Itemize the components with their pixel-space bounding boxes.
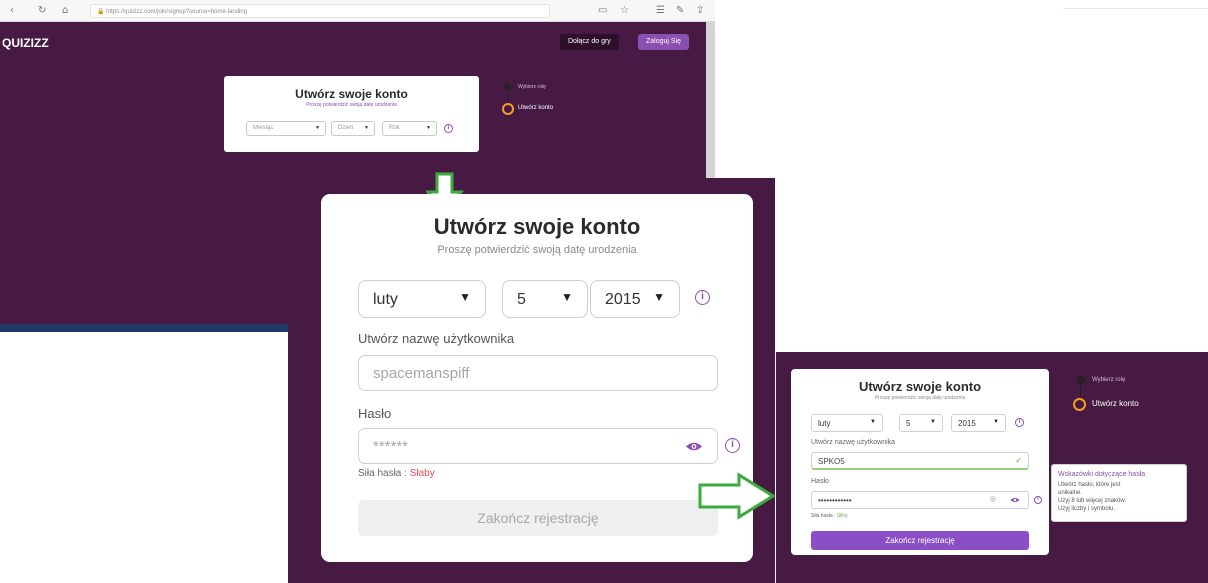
tooltip-line: unikalne.	[1058, 490, 1083, 496]
finish-registration-button[interactable]: Zakończ rejestrację	[811, 531, 1029, 550]
step-connector	[1080, 384, 1081, 398]
year-select[interactable]: 2015 ▼	[951, 414, 1006, 432]
signup-subtitle: Proszę potwierdzić swoją datę urodzenia	[437, 244, 637, 256]
step-current-ring	[1073, 398, 1086, 411]
password-label: Hasło	[811, 478, 829, 485]
step-connector	[507, 90, 508, 104]
share-icon[interactable]: ⇪	[696, 5, 704, 16]
step-current-label: Utwórz konto	[1092, 399, 1139, 408]
info-icon[interactable]: i	[1015, 418, 1024, 427]
username-label: Utwórz nazwę użytkownika	[358, 331, 515, 346]
caret-down-icon: ▼	[459, 290, 471, 304]
finish-registration-button[interactable]: Zakończ rejestrację	[358, 500, 718, 536]
step-current-ring	[502, 103, 514, 115]
password-input[interactable]: ******	[358, 428, 718, 464]
step-completed-dot	[504, 83, 511, 90]
password-label: Hasło	[358, 406, 392, 421]
divider	[1063, 8, 1208, 9]
os-taskbar	[0, 324, 290, 332]
show-password-eye-icon[interactable]	[1010, 497, 1020, 503]
browser-toolbar: ‹ ↻ ⌂ 🔒 https://quizizz.com/join/signup?…	[0, 0, 715, 22]
caret-down-icon: ▼	[993, 419, 999, 425]
pen-icon[interactable]: ✎	[676, 5, 684, 16]
tooltip-line: Użyj liczby i symbolu.	[1058, 506, 1116, 512]
signup-subtitle: Proszę potwierdzić swoją datę urodzenia	[306, 102, 397, 108]
password-placeholder: ******	[373, 438, 409, 455]
month-value: luty	[373, 291, 398, 308]
right-arrow-icon	[698, 472, 776, 520]
password-strength: Siła hasła : Słaby	[358, 468, 435, 479]
tooltip-line: Utwórz hasło, które jest	[1058, 482, 1121, 488]
username-input[interactable]: SPKO5 ✓	[811, 452, 1029, 470]
caret-down-icon: ▼	[870, 419, 876, 425]
username-label: Utwórz nazwę użytkownika	[811, 439, 896, 446]
caret-down-icon: ▼	[930, 419, 936, 425]
join-game-button[interactable]: Dołącz do gry	[560, 34, 619, 50]
strength-label: Siła hasła :	[811, 513, 836, 519]
step-completed-label: Wybierz rolę	[518, 84, 546, 90]
month-select[interactable]: luty ▼	[358, 280, 486, 318]
show-password-eye-icon[interactable]	[685, 441, 703, 452]
reading-view-icon[interactable]: ▭	[598, 5, 607, 16]
caret-down-icon: ▼	[426, 125, 431, 131]
caret-down-icon: ▼	[315, 125, 320, 131]
caret-down-icon: ▼	[561, 290, 573, 304]
year-select[interactable]: Rok ▼	[382, 121, 437, 136]
refresh-icon[interactable]: ↻	[38, 5, 46, 16]
day-select[interactable]: Dzień ▼	[331, 121, 375, 136]
username-placeholder: spacemanspiff	[373, 365, 470, 382]
signup-subtitle: Proszę potwierdzić swoją datę urodzenia	[874, 395, 966, 401]
username-value: SPKO5	[818, 457, 845, 466]
signup-title: Utwórz swoje konto	[295, 87, 408, 101]
favorites-bar-icon[interactable]: ☰	[656, 5, 665, 16]
year-value: 2015	[605, 291, 641, 308]
year-value: 2015	[958, 419, 976, 428]
month-value: luty	[818, 419, 831, 428]
signup-card-small: Utwórz swoje konto Proszę potwierdzić sw…	[224, 76, 479, 152]
caret-down-icon: ▼	[364, 125, 369, 131]
info-icon[interactable]: i	[444, 124, 453, 133]
strength-value: Silny	[836, 513, 848, 519]
signup-title: Utwórz swoje konto	[433, 214, 641, 239]
day-placeholder: Dzień	[338, 125, 354, 131]
password-input[interactable]: •••••••••••• ◎	[811, 491, 1029, 509]
strength-value: Słaby	[409, 468, 435, 479]
check-icon: ✓	[1015, 456, 1022, 465]
hide-password-icon[interactable]: ◎	[990, 495, 996, 503]
year-placeholder: Rok	[389, 125, 400, 131]
signup-card-filled: Utwórz swoje konto Proszę potwierdzić sw…	[791, 369, 1049, 555]
day-value: 5	[517, 291, 526, 308]
back-icon[interactable]: ‹	[10, 5, 14, 16]
day-select[interactable]: 5 ▼	[899, 414, 943, 432]
signup-card: Utwórz swoje konto Proszę potwierdzić sw…	[321, 194, 753, 562]
day-value: 5	[906, 419, 911, 428]
home-icon[interactable]: ⌂	[62, 5, 68, 16]
month-select[interactable]: luty ▼	[811, 414, 883, 432]
step-completed-dot	[1077, 376, 1085, 384]
caret-down-icon: ▼	[653, 290, 665, 304]
tooltip-line: Użyj 8 lub więcej znaków.	[1058, 498, 1127, 504]
password-info-icon[interactable]: i	[1034, 496, 1042, 504]
info-icon[interactable]: i	[695, 290, 710, 305]
username-input[interactable]: spacemanspiff	[358, 355, 718, 391]
step-completed-label: Wybierz rolę	[1092, 377, 1126, 383]
month-placeholder: Miesiąc	[253, 125, 274, 131]
address-text: https://quizizz.com/join/signup?source=h…	[106, 9, 248, 15]
password-value: ••••••••••••	[818, 496, 852, 505]
password-info-icon[interactable]: i	[725, 438, 740, 453]
favorite-star-icon[interactable]: ☆	[620, 5, 629, 16]
password-hints-tooltip: Wskazówki dotyczące hasła Utwórz hasło, …	[1051, 464, 1187, 522]
lock-icon: 🔒	[97, 9, 107, 15]
address-bar[interactable]: 🔒 https://quizizz.com/join/signup?source…	[90, 4, 550, 18]
day-select[interactable]: 5 ▼	[502, 280, 588, 318]
quizizz-logo[interactable]: QUIZIZZ	[2, 36, 49, 50]
tooltip-heading: Wskazówki dotyczące hasła	[1058, 471, 1146, 478]
login-button[interactable]: Zaloguj Się	[638, 34, 690, 50]
step-current-label: Utwórz konto	[518, 105, 554, 111]
strength-label: Siła hasła :	[358, 468, 407, 479]
year-select[interactable]: 2015 ▼	[590, 280, 680, 318]
password-strength: Siła hasła : Silny	[811, 513, 848, 519]
month-select[interactable]: Miesiąc ▼	[246, 121, 326, 136]
signup-title: Utwórz swoje konto	[858, 379, 982, 394]
